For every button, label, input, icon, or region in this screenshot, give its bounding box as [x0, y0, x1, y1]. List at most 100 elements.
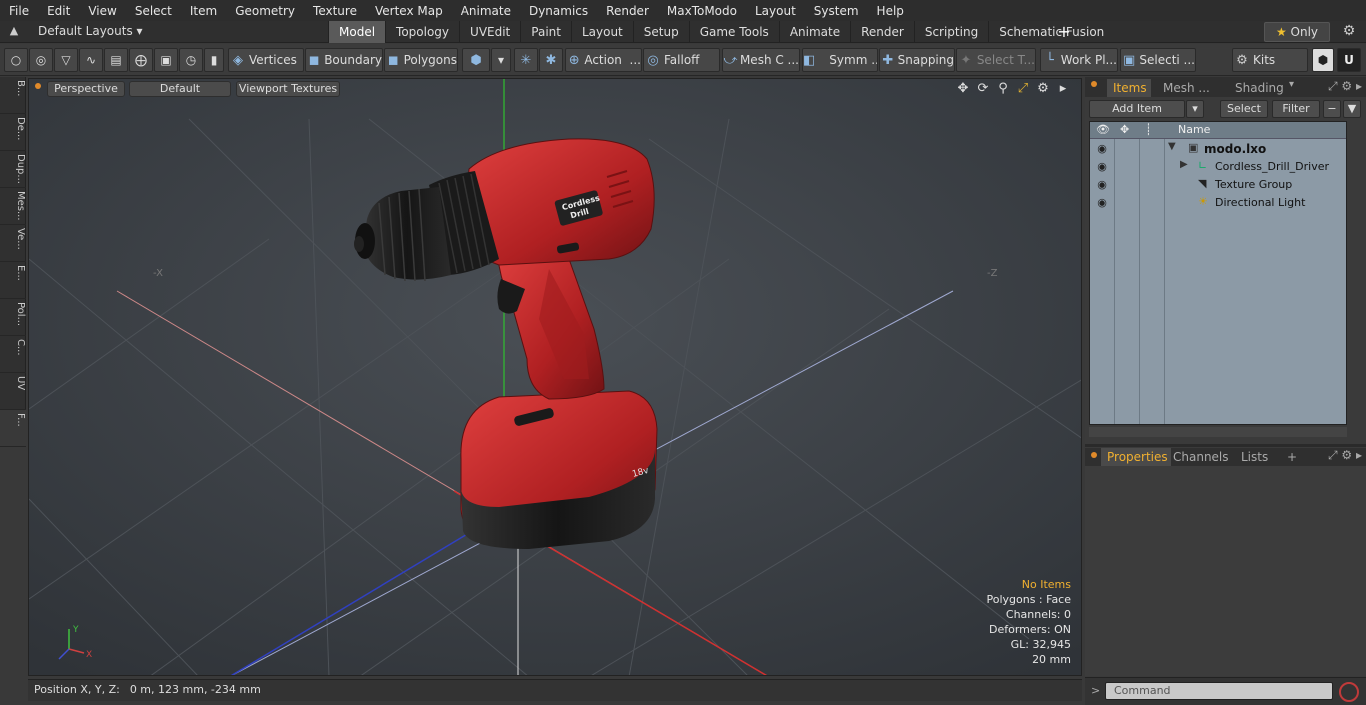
scale-icon[interactable]: ▣ [154, 48, 178, 72]
boundary-button[interactable]: ◼ Boundary [305, 48, 383, 72]
rotate-icon[interactable]: ◷ [179, 48, 203, 72]
menu-animate[interactable]: Animate [452, 4, 520, 18]
menu-geometry[interactable]: Geometry [226, 4, 304, 18]
brush-icon[interactable]: ∿ [79, 48, 103, 72]
menu-layout[interactable]: Layout [746, 4, 805, 18]
unreal-icon[interactable]: U [1337, 48, 1361, 72]
view-type-button[interactable]: Perspective [47, 81, 125, 97]
kits-button[interactable]: ⚙ Kits [1232, 48, 1308, 72]
tab-paint[interactable]: Paint [520, 21, 571, 43]
viewport-expand-arrow-icon[interactable]: ▸ [1053, 81, 1073, 96]
menu-view[interactable]: View [79, 4, 125, 18]
menu-help[interactable]: Help [868, 4, 913, 18]
props-gear-icon[interactable]: ⚙ [1341, 448, 1352, 462]
strip-tab-duplicate[interactable]: Dup... [0, 151, 26, 188]
menu-texture[interactable]: Texture [304, 4, 366, 18]
panel-menu-dot-icon[interactable] [1091, 81, 1097, 87]
visibility-eye-icon[interactable]: ◉ [1095, 178, 1109, 192]
material-icon[interactable]: ✳ [514, 48, 538, 72]
tab-shading[interactable]: Shading [1229, 79, 1287, 97]
tab-schematic-fusion[interactable]: Schematic Fusion [988, 21, 1114, 43]
tab-mesh[interactable]: Mesh ... [1157, 79, 1219, 97]
vertices-button[interactable]: ◈ Vertices [228, 48, 304, 72]
selection-sets-button[interactable]: ▣ Selecti ... [1120, 48, 1196, 72]
menu-vertex-map[interactable]: Vertex Map [366, 4, 452, 18]
cube-shade-icon[interactable]: ▮ [204, 48, 224, 72]
add-item-dropdown-icon[interactable]: ▾ [1186, 100, 1204, 118]
mesh-constraint-button[interactable]: ⤻ Mesh C ... [722, 48, 800, 72]
visibility-column-eye-icon[interactable]: 👁 [1096, 123, 1110, 136]
panel-arrow-icon[interactable]: ▸ [1356, 79, 1362, 93]
tab-animate[interactable]: Animate [778, 21, 850, 43]
list-item[interactable]: ◉ ▼ ▣ modo.lxo [1090, 140, 1346, 158]
gear-icon[interactable]: ⚙ [1340, 23, 1358, 41]
panel-tabs-dropdown-icon[interactable]: ▾ [1289, 79, 1294, 90]
zoom-icon[interactable]: ⚲ [993, 81, 1013, 96]
visibility-eye-icon[interactable]: ◉ [1095, 142, 1109, 156]
work-plane-button[interactable]: └ Work Pl... [1040, 48, 1118, 72]
panel-splitter[interactable] [1085, 444, 1366, 447]
symmetry-button[interactable]: ◧ Symm ... [802, 48, 878, 72]
add-tab-button[interactable]: + [1056, 21, 1072, 43]
tab-layout[interactable]: Layout [570, 21, 633, 43]
falloff-button[interactable]: ◎ Falloff [643, 48, 720, 72]
snapping-button[interactable]: ✚ Snapping [879, 48, 955, 72]
strip-tab-mesh[interactable]: Mes... [0, 188, 26, 225]
list-item[interactable]: ◉ ◥ Texture Group [1090, 176, 1346, 194]
orbit-icon[interactable]: ⟳ [973, 81, 993, 96]
layout-selector[interactable]: Default Layouts ▾ [38, 24, 143, 38]
tab-uvedit[interactable]: UVEdit [459, 21, 520, 43]
command-input[interactable]: Command [1105, 682, 1333, 700]
tab-game-tools[interactable]: Game Tools [688, 21, 779, 43]
lock-column-icon[interactable]: ✥ [1120, 123, 1129, 136]
axis-column-icon[interactable]: ┊ [1145, 123, 1152, 136]
tab-lists[interactable]: Lists [1235, 448, 1275, 466]
collapse-icon[interactable]: − [1323, 100, 1341, 118]
visibility-eye-icon[interactable]: ◉ [1095, 160, 1109, 174]
props-menu-dot-icon[interactable] [1091, 452, 1097, 458]
filter-button[interactable]: Filter [1272, 100, 1320, 118]
tab-scripting[interactable]: Scripting [913, 21, 988, 43]
menu-file[interactable]: File [0, 4, 38, 18]
visibility-eye-icon[interactable]: ◉ [1095, 196, 1109, 210]
circle-select-icon[interactable]: ○ [4, 48, 28, 72]
action-center-button[interactable]: ⊕ Action ... [565, 48, 642, 72]
fit-view-icon[interactable]: ⤢ [1013, 81, 1033, 96]
strip-tab-curve[interactable]: C... [0, 336, 26, 373]
tab-channels[interactable]: Channels [1167, 448, 1229, 466]
menu-render[interactable]: Render [597, 4, 658, 18]
panel-gear-icon[interactable]: ⚙ [1341, 79, 1352, 93]
menu-maxtomodo[interactable]: MaxToModo [658, 4, 746, 18]
polygons-button[interactable]: ◼ Polygons [384, 48, 458, 72]
viewport-canvas[interactable]: -X -Z 18v Cordless Drill Y X [29, 79, 1082, 676]
strip-tab-basic[interactable]: B... [0, 77, 26, 114]
expand-chevron-icon[interactable]: ▼ [1168, 141, 1176, 152]
tab-model[interactable]: Model [328, 21, 386, 43]
pen-tool-icon[interactable]: ▽ [54, 48, 78, 72]
tab-setup[interactable]: Setup [632, 21, 689, 43]
expand-arrow-icon[interactable]: ▶ [1180, 159, 1188, 170]
strip-tab-polygon[interactable]: Pol... [0, 299, 26, 336]
item-list-scrollbar[interactable] [1089, 427, 1347, 437]
viewport-textures-button[interactable]: Viewport Textures [236, 81, 340, 97]
add-props-tab-button[interactable]: + [1281, 448, 1299, 466]
only-button[interactable]: ★ Only [1264, 22, 1330, 42]
select-through-button[interactable]: ✦ Select T... [956, 48, 1036, 72]
panel-expand-icon[interactable]: ⤢ [1328, 79, 1338, 93]
menu-item[interactable]: Item [181, 4, 226, 18]
tab-properties[interactable]: Properties [1101, 448, 1171, 466]
strip-tab-vertex[interactable]: Ve... [0, 225, 26, 262]
3d-viewport[interactable]: -X -Z 18v Cordless Drill Y X Perspective… [28, 78, 1082, 676]
strip-tab-deform[interactable]: De... [0, 114, 26, 151]
shading-style-button[interactable]: Default [129, 81, 231, 97]
props-arrow-icon[interactable]: ▸ [1356, 448, 1362, 462]
viewport-menu-dot-icon[interactable] [35, 83, 41, 89]
funnel-filter-icon[interactable]: ▼ [1343, 100, 1361, 118]
record-macro-icon[interactable] [1339, 682, 1359, 702]
pan-icon[interactable]: ✥ [953, 81, 973, 96]
transform-icon[interactable]: ⨁ [129, 48, 153, 72]
tab-items[interactable]: Items [1107, 79, 1151, 97]
tab-render[interactable]: Render [850, 21, 914, 43]
menu-dynamics[interactable]: Dynamics [520, 4, 597, 18]
menu-system[interactable]: System [805, 4, 868, 18]
